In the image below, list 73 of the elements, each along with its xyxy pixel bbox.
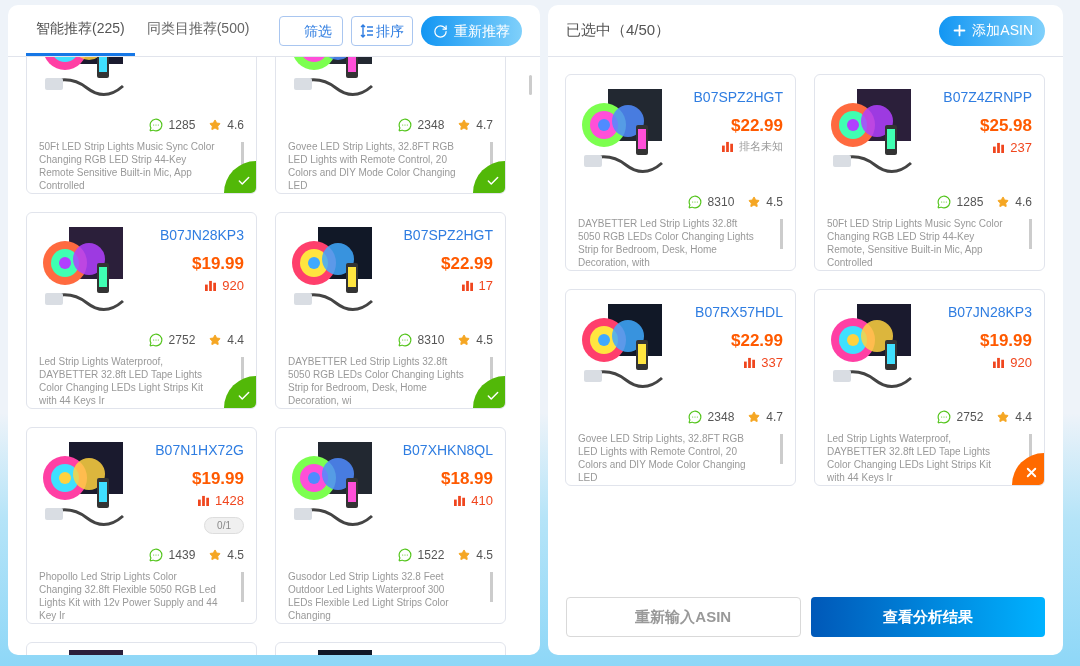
product-description: 50Ft LED Strip Lights Music Sync Color Changing RGB LED Strip 44-Key Remote, Sensitive Built-in Mic, App Controlled: [827, 217, 1004, 269]
review-count: 8310: [417, 332, 445, 349]
product-description: Phopollo Led Strip Lights Color Changing 32.8ft Flexible 5050 RGB Led Lights Kit with 12v Power Supply and 44 Key Ir: [39, 570, 219, 622]
product-card[interactable]: B07JN28KP3 $19.99 920 2752 4.4 Led Strip Lights Waterproof, DAYBETTER 32.8ft LED Tape Lights Color Changing LEDs Light Strips Kit with 44 Keys Ir: [814, 289, 1045, 486]
rating: 4.6: [227, 117, 244, 134]
review-count: 2752: [956, 409, 984, 426]
product-card[interactable]: B07RX57HDL $22.99 337 2348 4.7 Govee LED Strip Lights, 32.8FT RGB LED Lights with Remote Control, 20 Colors and DIY Mode Color Changing LED: [565, 289, 796, 486]
review-count: 2752: [168, 332, 196, 349]
price: $19.99: [980, 330, 1032, 352]
price: $19.99: [192, 253, 244, 275]
filter-button[interactable]: 筛选: [279, 16, 343, 46]
panel-title: 已选中（4/50）: [566, 20, 671, 41]
tab[interactable]: 同类目推荐(500): [136, 5, 260, 56]
product-card[interactable]: 1285 4.6 50Ft LED Strip Lights Music Sync Color Changing RGB LED Strip 44-Key Remote Sensitive Built-in Mic, App Controlled: [26, 57, 257, 194]
asin-link[interactable]: B07JN28KP3: [159, 225, 244, 245]
product-description: DAYBETTER Led Strip Lights 32.8ft 5050 RGB LEDs Color Changing Lights Strip for Bedroom, Desk, Home Decoration, wi: [288, 355, 465, 407]
product-description: Govee LED Strip Lights, 32.8FT RGB LED Lights with Remote Control, 20 Colors and DIY Mode Color Changing LED: [288, 140, 457, 192]
review-count: 1439: [168, 547, 196, 564]
product-card[interactable]: B07SPZ2HGT $22.99 排名未知 8310 4.5 DAYBETTER Led Strip Lights 32.8ft 5050 RGB LEDs Color Changing Lights Strip for Bedroom, Desk, Home Decoration, with: [565, 74, 796, 271]
product-description: Gusodor Led Strip Lights 32.8 Feet Outdoor Led Lights Waterproof 300 LEDs Flexible Led Light Strips Color Changing: [288, 570, 450, 622]
product-description: 50Ft LED Strip Lights Music Sync Color Changing RGB LED Strip 44-Key Remote Sensitive Built-in Mic, App Controlled: [39, 140, 216, 192]
price: $25.98: [980, 115, 1032, 137]
product-description: Led Strip Lights Waterproof, DAYBETTER 32.8ft LED Tape Lights Color Changing LEDs Light Strips Kit with 44 Keys Ir: [39, 355, 204, 407]
rating: 4.6: [1015, 194, 1032, 211]
review-count: 1285: [956, 194, 984, 211]
review-count: 1285: [168, 117, 196, 134]
asin-link[interactable]: B07RX57HDL: [695, 302, 783, 322]
rating: 4.5: [476, 332, 493, 349]
rank-value: 920: [1010, 354, 1032, 372]
rating: 4.5: [766, 194, 783, 211]
rating: 4.4: [227, 332, 244, 349]
review-count: 1522: [417, 547, 445, 564]
asin-link[interactable]: B07SPZ2HGT: [693, 87, 783, 107]
rating: 4.7: [766, 409, 783, 426]
product-card[interactable]: B07N1HX72G $19.99 1428 0/1 1439 4.5 Phopollo Led Strip Lights Color Changing 32.8ft Flexible 5050 RGB Led Lights Kit with 12v Power Supply and 44 Key Ir: [26, 427, 257, 624]
review-count: 8310: [707, 194, 735, 211]
rating: 4.5: [476, 547, 493, 564]
price: $18.99: [441, 468, 493, 490]
product-card[interactable]: B07XHKN8QL $18.99 410 1522 4.5 Gusodor Led Strip Lights 32.8 Feet Outdoor Led Lights Waterproof 300 LEDs Flexible Led Light Strips Color Changing: [275, 427, 506, 624]
add-asin-button[interactable]: 添加ASIN: [939, 15, 1045, 46]
rating: 4.7: [476, 117, 493, 134]
product-card[interactable]: B07SPZ2HGT $22.99 17 8310 4.5 DAYBETTER Led Strip Lights 32.8ft 5050 RGB LEDs Color Changing Lights Strip for Bedroom, Desk, Home Decoration, wi: [275, 212, 506, 409]
rank-value: 237: [1010, 139, 1032, 157]
rank-value: 410: [471, 492, 493, 510]
product-description: Govee LED Strip Lights, 32.8FT RGB LED Lights with Remote Control, 20 Colors and DIY Mode Color Changing LED: [578, 432, 747, 484]
asin-link[interactable]: B07XHKN8QL: [402, 440, 493, 460]
price: $22.99: [731, 330, 783, 352]
asin-link[interactable]: B07N1HX72G: [155, 440, 244, 460]
price: $19.99: [192, 468, 244, 490]
sort-button[interactable]: 排序: [351, 16, 413, 46]
rank-value: 17: [478, 277, 493, 295]
product-description: Led Strip Lights Waterproof, DAYBETTER 32.8ft LED Tape Lights Color Changing LEDs Light Strips Kit with 44 Keys Ir: [827, 432, 992, 484]
asin-link[interactable]: B07Z4ZRNPP: [943, 87, 1032, 107]
review-count: 2348: [707, 409, 735, 426]
asin-link[interactable]: B07JN28KP3: [947, 302, 1032, 322]
rank-value: 920: [222, 277, 244, 295]
product-description: DAYBETTER Led Strip Lights 32.8ft 5050 RGB LEDs Color Changing Lights Strip for Bedroom, Desk, Home Decoration, with: [578, 217, 755, 269]
review-count: 2348: [417, 117, 445, 134]
product-card[interactable]: B07JN28KP3 $19.99 920 2752 4.4 Led Strip Lights Waterproof, DAYBETTER 32.8ft LED Tape Lights Color Changing LEDs Light Strips Kit with 44 Keys Ir: [26, 212, 257, 409]
price: $22.99: [731, 115, 783, 137]
product-card[interactable]: B07Z4ZRNPP $25.98 237 1285 4.6 50Ft LED Strip Lights Music Sync Color Changing RGB LED Strip 44-Key Remote, Sensitive Built-in Mic, App Controlled: [814, 74, 1045, 271]
rank-value: 1428: [215, 492, 244, 510]
rank-value: 排名未知: [739, 139, 783, 154]
rating: 4.4: [1015, 409, 1032, 426]
rank-value: 337: [761, 354, 783, 372]
product-card[interactable]: 2348 4.7 Govee LED Strip Lights, 32.8FT RGB LED Lights with Remote Control, 20 Colors and DIY Mode Color Changing LED: [275, 57, 506, 194]
refresh-button[interactable]: 重新推荐: [421, 16, 522, 46]
count-badge: 0/1: [204, 516, 244, 534]
view-results-button[interactable]: 查看分析结果: [810, 597, 1045, 637]
price: $22.99: [441, 253, 493, 275]
asin-link[interactable]: B07SPZ2HGT: [403, 225, 493, 245]
reenter-asin-button[interactable]: 重新输入ASIN: [566, 597, 801, 637]
rating: 4.5: [227, 547, 244, 564]
